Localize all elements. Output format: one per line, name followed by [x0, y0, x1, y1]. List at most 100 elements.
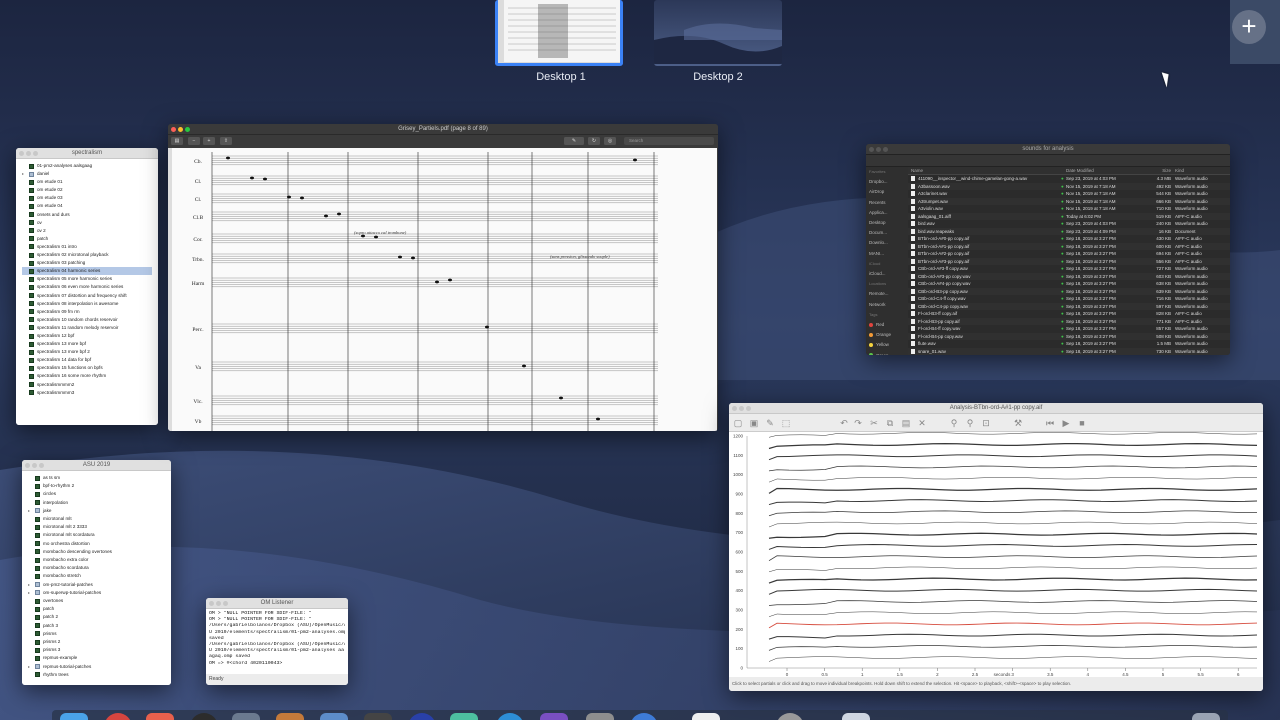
patch-item[interactable]: spectralismmmm2 — [22, 381, 152, 389]
patch-item[interactable]: patch 3 — [28, 622, 165, 630]
pdf-preview-window[interactable]: Grisey_Partiels.pdf (page 8 of 89) ▤ − +… — [168, 124, 718, 431]
close-icon[interactable] — [19, 151, 24, 156]
delete-icon[interactable]: ✕ — [917, 418, 927, 428]
desktop-1-label[interactable]: Desktop 1 — [497, 71, 625, 83]
file-row[interactable]: CBb-ord-C4-pp copy.wav ● Sep 18, 2019 at 3… — [908, 302, 1230, 310]
close-icon[interactable] — [732, 406, 737, 411]
patch-item[interactable]: om etude 01 — [22, 178, 152, 186]
zoom-icon[interactable] — [33, 151, 38, 156]
patch-item[interactable]: mombacho scordatura — [28, 564, 165, 572]
sidebar-tag[interactable]: Red — [869, 320, 908, 330]
minimize-icon[interactable] — [178, 127, 183, 132]
partial-track[interactable] — [768, 442, 1258, 450]
sidebar-item[interactable]: Desktop — [869, 218, 908, 228]
partials-plot[interactable]: 1200 1100 1000 900 800 700 600 500 400 300 200 100 0… — [729, 420, 1263, 677]
selected-partial-track[interactable] — [768, 622, 1258, 629]
patch-item[interactable]: prisms 3 — [28, 646, 165, 654]
patch-item[interactable]: spectralism 16 some more rhythm — [22, 372, 152, 380]
magnify-icon[interactable]: ⚲ — [949, 418, 959, 428]
save-icon[interactable]: ▣ — [749, 418, 759, 428]
file-row[interactable]: A3violin.wav ● Nov 15, 2019 at 7:18 AM 710 … — [908, 205, 1230, 213]
sidebar-item[interactable]: iCloud... — [869, 269, 908, 279]
sidebar-tag[interactable]: Yellow — [869, 340, 908, 350]
pencil-icon[interactable]: ✎ — [765, 418, 775, 428]
file-row[interactable]: snare_01.wav ● Sep 18, 2019 at 3:27 PM 730 … — [908, 347, 1230, 355]
patch-item[interactable]: spectralismmmm3 — [22, 389, 152, 397]
disclosure-triangle-icon[interactable]: ▸ — [28, 581, 32, 589]
app-dock-icon[interactable] — [630, 713, 658, 720]
file-row[interactable]: BTbn-ord-A#1-pp copy.aif ● Sep 18, 2019 at… — [908, 242, 1230, 250]
partial-track[interactable] — [768, 521, 1258, 528]
patch-item[interactable]: microtonal mlt 2 3333 — [28, 523, 165, 531]
patch-item[interactable]: prisms — [28, 630, 165, 638]
disclosure-triangle-icon[interactable]: ▸ — [28, 663, 32, 671]
pdf-search-field[interactable]: Search — [624, 137, 714, 145]
finder-titlebar[interactable]: sounds for analysis — [866, 144, 1230, 155]
patch-item[interactable]: spectralism 10 random chords reservoir — [22, 316, 152, 324]
file-row[interactable]: CBb-ord-A#3-ff copy.wav ● Sep 18, 2019 at … — [908, 265, 1230, 273]
app-dock-icon[interactable] — [364, 713, 392, 720]
patch-item[interactable]: spectralism 09 fm rm — [22, 308, 152, 316]
zoom-icon[interactable] — [746, 406, 751, 411]
file-row[interactable]: bird.wav ● Sep 23, 2019 at 4:03 PM 240 KB Wa… — [908, 220, 1230, 228]
patch-item[interactable]: spectralism 11 random melody reservoir — [22, 324, 152, 332]
stop-icon[interactable]: ■ — [1077, 418, 1087, 428]
sidebar-item[interactable]: MANI... — [869, 249, 908, 259]
partial-track[interactable] — [768, 566, 1258, 573]
minimize-icon[interactable] — [739, 406, 744, 411]
redo-icon[interactable]: ↷ — [853, 418, 863, 428]
patch-item[interactable]: om etude 02 — [22, 186, 152, 194]
file-row[interactable]: BTbn-ord-A#0-pp copy.aif ● Sep 18, 2019 at… — [908, 235, 1230, 243]
patch-item[interactable]: spectralism 12 bpf — [22, 332, 152, 340]
folder-item[interactable]: ▸ om-pm2-tutorial-patches — [28, 581, 165, 589]
partial-track[interactable] — [768, 465, 1258, 472]
patch-item[interactable]: repmus-example — [28, 654, 165, 662]
sidebar-item[interactable]: Recents — [869, 198, 908, 208]
patch-item[interactable]: patch — [28, 605, 165, 613]
patch-item[interactable]: spectralism 07 distortion and frequency … — [22, 292, 152, 300]
minimize-icon[interactable] — [216, 601, 221, 606]
patch-item[interactable]: 01-pm2-analyses aalsgaag — [22, 162, 152, 170]
app-dock-icon[interactable] — [232, 713, 260, 720]
file-row[interactable]: bird.wav.reapeaks ● Sep 23, 2019 at 4:09 P… — [908, 227, 1230, 235]
app-dock-icon[interactable] — [190, 713, 218, 720]
desktop-2-thumbnail[interactable] — [654, 0, 782, 66]
zoom-icon[interactable] — [223, 601, 228, 606]
file-row[interactable]: Fl-ord-B3-ff copy.aif ● Sep 18, 2019 at 3:… — [908, 310, 1230, 318]
add-desktop-button[interactable]: + — [1232, 10, 1266, 44]
select-icon[interactable]: ⬚ — [781, 418, 791, 428]
partial-track[interactable] — [768, 577, 1258, 584]
file-row[interactable]: CBb-ord-A#3-pp copy.wav ● Sep 18, 2019 at … — [908, 272, 1230, 280]
patch-item[interactable]: spectralism 03 patching — [22, 259, 152, 267]
sidebar-item[interactable]: Dropbo... — [869, 177, 908, 187]
spectralism-window[interactable]: spectralism 01-pm2-analyses aalsgaag ▸ dan… — [16, 148, 158, 425]
file-row[interactable]: Fl-ord-B3-pp copy.aif ● Sep 18, 2019 at 3:… — [908, 317, 1230, 325]
minimize-icon[interactable] — [26, 151, 31, 156]
partial-track[interactable] — [768, 510, 1258, 517]
file-row[interactable]: A3trumpet.wav ● Nov 15, 2019 at 7:18 AM 666… — [908, 197, 1230, 205]
annotate-icon[interactable]: ◎ — [604, 137, 616, 145]
partial-track[interactable] — [768, 532, 1258, 539]
sidebar-item[interactable]: Network — [869, 300, 908, 310]
sidebar-tag[interactable]: Orange — [869, 330, 908, 340]
file-row[interactable]: Fl-ord-B4-pp copy.wav ● Sep 18, 2019 at 3:… — [908, 332, 1230, 340]
close-icon[interactable] — [209, 601, 214, 606]
cut-icon[interactable]: ✂ — [869, 418, 879, 428]
patch-item[interactable]: mombacho descending overtones — [28, 548, 165, 556]
folder-item[interactable]: ▸ daniel — [22, 170, 152, 178]
patch-item[interactable]: spectralism 13 more bpf — [22, 340, 152, 348]
app-dock-icon[interactable] — [408, 713, 436, 720]
app-dock-icon[interactable] — [450, 713, 478, 720]
patch-item[interactable]: om etude 04 — [22, 202, 152, 210]
app-dock-icon[interactable] — [776, 713, 804, 720]
app-dock-icon[interactable] — [496, 713, 524, 720]
disclosure-triangle-icon[interactable]: ▸ — [22, 170, 26, 178]
sidebar-item[interactable]: AirDrop — [869, 187, 908, 197]
rotate-icon[interactable]: ↻ — [588, 137, 600, 145]
listener-output[interactable]: OM > "NULL POINTER FOR SDIF-FILE: " OM > … — [206, 609, 348, 674]
app-dock-icon[interactable] — [692, 713, 720, 720]
partial-track[interactable] — [768, 476, 1258, 483]
file-row[interactable]: CBb-ord-B3-pp copy.wav ● Sep 18, 2019 at 3… — [908, 287, 1230, 295]
copy-icon[interactable]: ⧉ — [885, 418, 895, 428]
close-icon[interactable] — [171, 127, 176, 132]
